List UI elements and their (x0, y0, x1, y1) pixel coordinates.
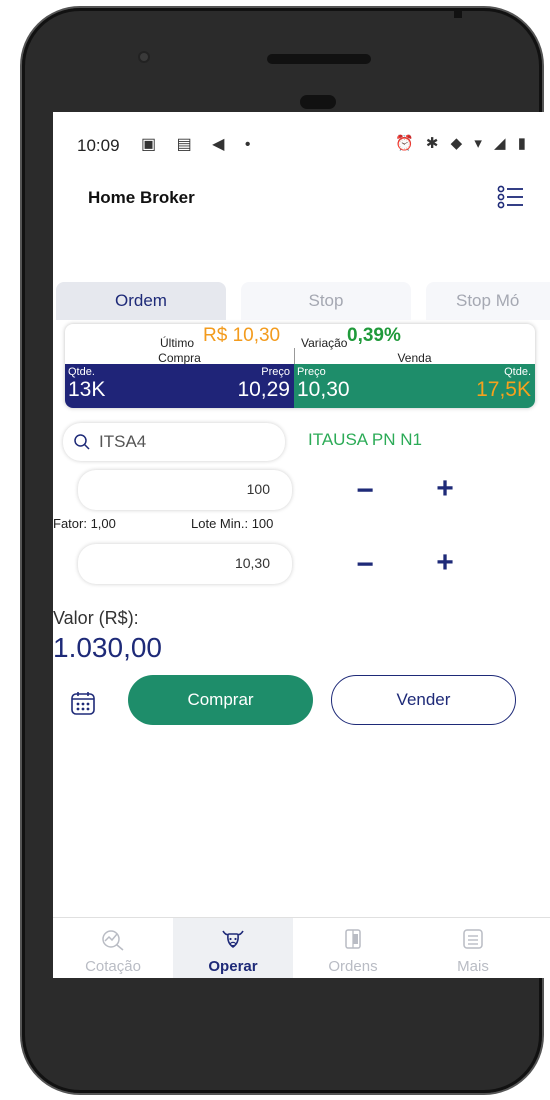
orders-icon (345, 929, 361, 949)
variacao-value: 0,39% (347, 325, 401, 346)
nav-label-ordens: Ordens (328, 958, 378, 975)
calendar-icon[interactable] (70, 690, 96, 716)
camera-icon (140, 53, 148, 61)
tab-stop[interactable]: Stop (241, 282, 411, 320)
sell-preco-label: Preço (297, 366, 326, 378)
price-increment-button[interactable]: + (430, 546, 460, 580)
nav-item-operar[interactable]: Operar (173, 918, 293, 978)
list-menu-icon[interactable] (495, 182, 525, 212)
nav-label-operar: Operar (208, 958, 258, 975)
tab-stop-movel[interactable]: Stop Mó (426, 282, 550, 320)
nav-label-mais: Mais (457, 958, 489, 975)
proximity-sensor (300, 95, 336, 109)
nav-label-cotacao: Cotação (85, 958, 141, 975)
ultimo-value: R$ 10,30 (203, 325, 281, 346)
quantity-input[interactable]: 100 (78, 470, 292, 510)
system-status-icons: ⏰ ✱ ◆ ▾ ◢ ▮ (395, 135, 530, 152)
buy-book-row[interactable]: Qtde. Preço 13K 10,29 (65, 364, 294, 408)
chart-search-icon (102, 930, 124, 951)
more-list-icon (463, 929, 483, 949)
ultimo-label: Último (160, 336, 195, 350)
page-title: Home Broker (88, 188, 195, 207)
quantity-increment-button[interactable]: + (430, 472, 460, 506)
vender-button[interactable]: Vender (331, 675, 516, 725)
quote-book: Último R$ 10,30 Variação 0,39% Compra Ve… (65, 324, 535, 408)
valor-value: 1.030,00 (53, 632, 162, 663)
nav-item-ordens[interactable]: Ordens (293, 918, 413, 978)
ticker-search-input[interactable]: ITSA4 (63, 423, 285, 461)
price-input[interactable]: 10,30 (78, 544, 292, 584)
variacao-label: Variação (301, 336, 348, 350)
comprar-button[interactable]: Comprar (128, 675, 313, 725)
sell-qtde-value: 17,5K (476, 378, 531, 401)
fator-label: Fator: 1,00 (53, 516, 116, 531)
lote-min-label: Lote Min.: 100 (191, 516, 274, 531)
venda-label: Venda (397, 351, 432, 365)
asset-name: ITAUSA PN N1 (308, 430, 422, 449)
tab-ordem[interactable]: Ordem (56, 282, 226, 320)
bottom-nav: Cotação Operar Ordens Mais (53, 917, 550, 978)
price-decrement-button[interactable]: − (350, 548, 380, 582)
status-bar: 10:09 ▣ ▤ ◀ • ⏰ ✱ ◆ ▾ ◢ ▮ (53, 112, 550, 174)
app-screen: 10:09 ▣ ▤ ◀ • ⏰ ✱ ◆ ▾ ◢ ▮ Home Broker Or… (53, 112, 550, 978)
buy-qtde-value: 13K (68, 378, 106, 401)
sell-preco-value: 10,30 (297, 378, 350, 401)
compra-label: Compra (158, 351, 201, 365)
buy-qtde-label: Qtde. (68, 366, 95, 378)
notification-icons: ▣ ▤ ◀ • (141, 136, 259, 153)
nav-item-cotacao[interactable]: Cotação (53, 918, 173, 978)
buy-preco-value: 10,29 (237, 378, 290, 401)
phone-side-button (454, 8, 462, 18)
buy-preco-label: Preço (261, 366, 290, 378)
speaker-grill (267, 54, 371, 64)
quantity-value: 100 (246, 481, 270, 497)
quantity-decrement-button[interactable]: − (350, 474, 380, 508)
nav-item-mais[interactable]: Mais (413, 918, 533, 978)
search-icon (74, 434, 90, 450)
sell-qtde-label: Qtde. (504, 366, 531, 378)
sell-book-row[interactable]: Preço Qtde. 10,30 17,5K (294, 364, 535, 408)
order-type-tabs: Ordem Stop Stop Mó (53, 282, 550, 320)
bull-icon (222, 930, 244, 948)
status-time: 10:09 (77, 136, 120, 155)
price-value: 10,30 (234, 555, 270, 571)
valor-label: Valor (R$): (53, 608, 139, 628)
ticker-value: ITSA4 (99, 432, 147, 451)
